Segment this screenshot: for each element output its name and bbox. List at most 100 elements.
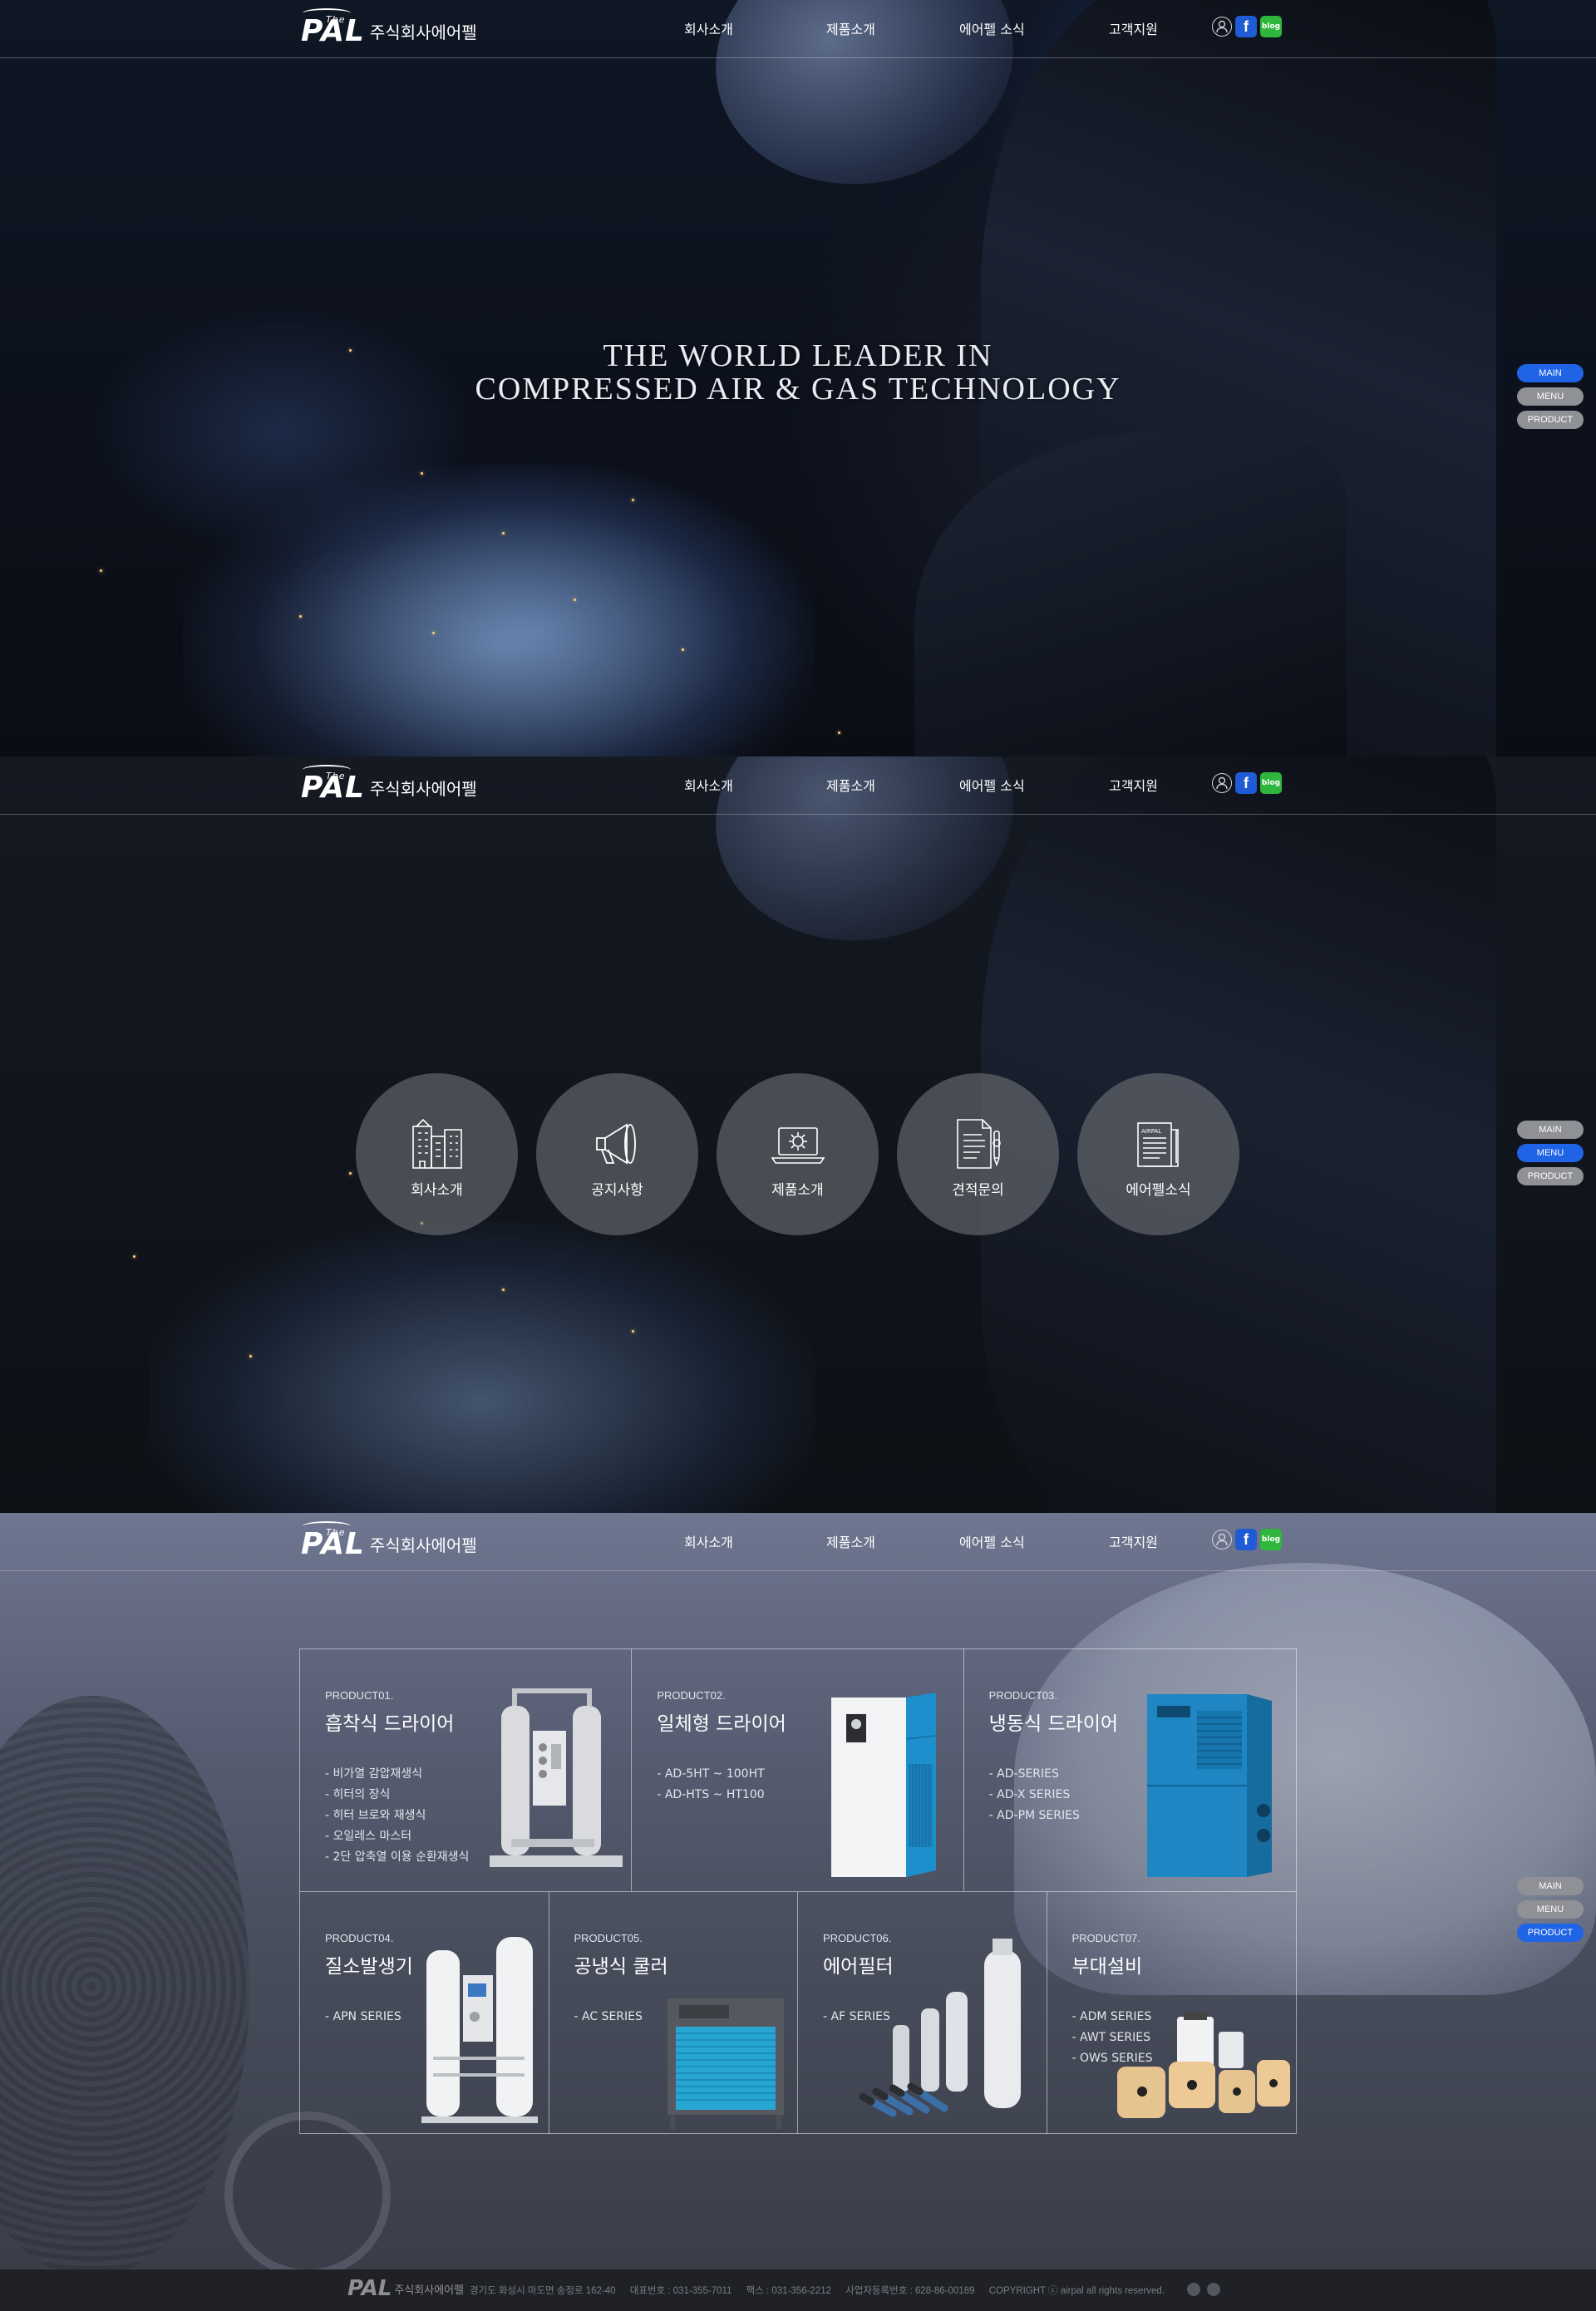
blog-icon[interactable]: blog — [1260, 16, 1282, 37]
certification-badge-icon[interactable] — [1187, 2283, 1200, 2296]
facebook-icon[interactable]: f — [1235, 1529, 1257, 1550]
company-name: 주식회사에어펠 — [369, 1535, 477, 1555]
product-card-adsorption-dryer[interactable]: PRODUCT01. 흡착식 드라이어 - 비가열 감압재생식 - 히터의 장식… — [300, 1649, 633, 1891]
footer-fax: 팩스 : 031-356-2212 — [746, 2286, 832, 2296]
product-number: PRODUCT05. — [574, 1932, 643, 1944]
integrated-dryer-image — [831, 1693, 937, 1877]
nav-item-news[interactable]: 에어펠 소식 — [959, 775, 1025, 795]
sidenav-product[interactable]: PRODUCT — [1517, 1924, 1584, 1942]
user-icon[interactable] — [1212, 17, 1232, 37]
quick-menu-label: 회사소개 — [411, 1182, 463, 1199]
product-card-integrated-dryer[interactable]: PRODUCT02. 일체형 드라이어 - AD-5HT ~ 100HT - A… — [632, 1649, 964, 1891]
sidenav-product[interactable]: PRODUCT — [1517, 411, 1584, 429]
quick-menu-label: 견적문의 — [952, 1182, 1004, 1199]
site-logo[interactable]: The PAL 주식회사에어펠 — [301, 765, 477, 803]
side-nav: MAIN MENU PRODUCT — [1517, 1121, 1584, 1190]
adsorption-dryer-image — [490, 1688, 623, 1867]
air-cooler-image — [667, 1998, 784, 2130]
sidenav-menu[interactable]: MENU — [1517, 387, 1584, 406]
nav-item-products[interactable]: 제품소개 — [826, 775, 875, 795]
footer-copyright: COPYRIGHT ⓒ airpal all rights reserved. — [988, 2286, 1165, 2296]
product-series-list: - APN SERIES — [325, 2010, 401, 2023]
footer-biz-no: 사업자등록번호 : 628-86-00189 — [845, 2286, 975, 2296]
product-series-list: - 비가열 감압재생식 - 히터의 장식 - 히터 브로와 재생식 - 오일레스… — [325, 1767, 470, 1864]
quick-menu: 회사소개 공지사항 제품소개 견적문의 AIRPAL 에어펠소식 — [356, 1073, 1239, 1235]
document-pen-icon — [956, 1119, 1001, 1169]
company-name: 주식회사에어펠 — [369, 22, 477, 42]
hero-section: The PAL 주식회사에어펠 회사소개 제품소개 에어펠 소식 고객지원 f … — [0, 0, 1596, 756]
product-card-air-cooler[interactable]: PRODUCT05. 공냉식 쿨러 - AC SERIES — [549, 1892, 798, 2134]
svg-text:AIRPAL: AIRPAL — [1141, 1128, 1161, 1135]
quick-menu-news[interactable]: AIRPAL 에어펠소식 — [1077, 1073, 1239, 1235]
certification-badge-icon[interactable] — [1207, 2283, 1220, 2296]
product-number: PRODUCT03. — [988, 1689, 1058, 1702]
sidenav-menu[interactable]: MENU — [1517, 1900, 1584, 1919]
site-header: The PAL 주식회사에어펠 회사소개 제품소개 에어펠 소식 고객지원 f … — [0, 0, 1596, 58]
nav-item-company[interactable]: 회사소개 — [684, 775, 733, 795]
site-logo[interactable]: The PAL 주식회사에어펠 — [301, 1521, 477, 1560]
nav-item-news[interactable]: 에어펠 소식 — [959, 18, 1025, 38]
refrigerated-dryer-image — [1146, 1694, 1272, 1877]
sidenav-menu[interactable]: MENU — [1517, 1144, 1584, 1162]
blog-icon[interactable]: blog — [1260, 1529, 1282, 1550]
nitrogen-generator-image — [421, 1937, 538, 2123]
nav-item-products[interactable]: 제품소개 — [826, 18, 875, 38]
product-series-list: - AD-SERIES - AD-X SERIES - AD-PM SERIES — [988, 1767, 1080, 1822]
air-filter-image — [860, 1939, 1021, 2117]
quick-menu-label: 공지사항 — [591, 1182, 643, 1199]
smoke-image — [150, 1222, 815, 1513]
social-links: f blog — [1212, 772, 1282, 794]
laptop-gear-icon — [771, 1127, 825, 1164]
quick-menu-company[interactable]: 회사소개 — [356, 1073, 518, 1235]
company-name: 주식회사에어펠 — [369, 779, 477, 799]
nav-item-products[interactable]: 제품소개 — [826, 1531, 875, 1551]
nav-item-news[interactable]: 에어펠 소식 — [959, 1531, 1025, 1551]
sidenav-main[interactable]: MAIN — [1517, 1121, 1584, 1139]
logo-mark: The PAL — [301, 1521, 365, 1560]
product-card-air-filter[interactable]: PRODUCT06. 에어필터 - AF SERIES — [798, 1892, 1047, 2134]
nav-item-support[interactable]: 고객지원 — [1109, 775, 1158, 795]
quick-menu-products[interactable]: 제품소개 — [717, 1073, 879, 1235]
product-number: PRODUCT02. — [657, 1689, 726, 1702]
newsletter-icon: AIRPAL — [1136, 1122, 1179, 1167]
hero-headline: THE WORLD LEADER IN COMPRESSED AIR & GAS… — [0, 339, 1596, 406]
quick-menu-estimate[interactable]: 견적문의 — [897, 1073, 1059, 1235]
sidenav-product[interactable]: PRODUCT — [1517, 1167, 1584, 1185]
product-name: 공냉식 쿨러 — [574, 1956, 668, 1978]
product-card-refrigerated-dryer[interactable]: PRODUCT03. 냉동식 드라이어 - AD-SERIES - AD-X S… — [964, 1649, 1296, 1891]
product-card-auxiliary-equipment[interactable]: PRODUCT07. 부대설비 - ADM SERIES - AWT SERIE… — [1047, 1892, 1297, 2134]
blog-icon[interactable]: blog — [1260, 772, 1282, 794]
nav-item-company[interactable]: 회사소개 — [684, 18, 733, 38]
product-card-nitrogen-generator[interactable]: PRODUCT04. 질소발생기 - APN SERIES — [300, 1892, 549, 2134]
product-grid: PRODUCT01. 흡착식 드라이어 - 비가열 감압재생식 - 히터의 장식… — [299, 1648, 1297, 2134]
user-icon[interactable] — [1212, 773, 1232, 793]
footer-address: 경기도 화성시 마도면 송정로 162-40 — [470, 2286, 616, 2296]
footer-badges — [1187, 2283, 1220, 2296]
sidenav-main[interactable]: MAIN — [1517, 1877, 1584, 1895]
logo-mark: The PAL — [301, 8, 365, 47]
product-number: PRODUCT07. — [1071, 1932, 1140, 1944]
site-footer: PAL 주식회사에어펠 경기도 화성시 마도면 송정로 162-40 대표번호 … — [0, 2269, 1596, 2311]
user-icon[interactable] — [1212, 1530, 1232, 1550]
nav-item-support[interactable]: 고객지원 — [1109, 1531, 1158, 1551]
quick-menu-label: 에어펠소식 — [1126, 1182, 1191, 1199]
site-logo[interactable]: The PAL 주식회사에어펠 — [301, 8, 477, 47]
product-number: PRODUCT04. — [325, 1932, 394, 1944]
site-header: The PAL 주식회사에어펠 회사소개 제품소개 에어펠 소식 고객지원 f … — [0, 1513, 1596, 1571]
sidenav-main[interactable]: MAIN — [1517, 364, 1584, 382]
product-name: 흡착식 드라이어 — [325, 1713, 455, 1735]
product-name: 질소발생기 — [325, 1956, 413, 1978]
nav-item-company[interactable]: 회사소개 — [684, 1531, 733, 1551]
product-series-list: - AC SERIES — [574, 2010, 643, 2023]
quick-menu-notice[interactable]: 공지사항 — [536, 1073, 698, 1235]
nav-item-support[interactable]: 고객지원 — [1109, 18, 1158, 38]
auxiliary-equipment-image — [1116, 2012, 1290, 2118]
social-links: f blog — [1212, 16, 1282, 37]
smoke-image — [183, 466, 815, 756]
facebook-icon[interactable]: f — [1235, 772, 1257, 794]
facebook-icon[interactable]: f — [1235, 16, 1257, 37]
gauge-image — [224, 2111, 391, 2269]
vent-grill-image — [0, 1696, 249, 2269]
welder-arm-image — [914, 432, 1347, 756]
hero-line-1: THE WORLD LEADER IN — [603, 338, 993, 373]
